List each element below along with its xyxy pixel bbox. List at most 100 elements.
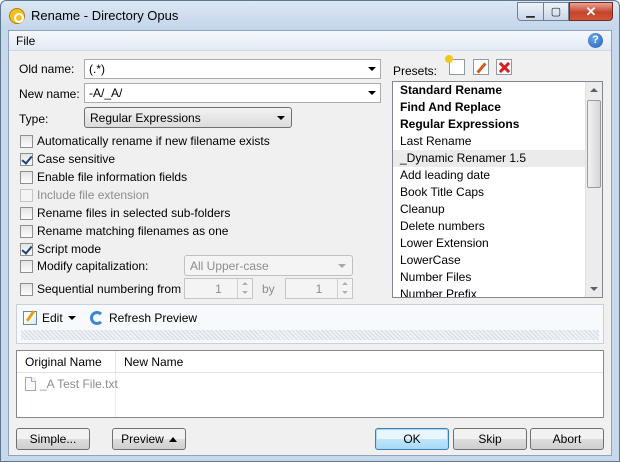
option-matching-as-one[interactable]: Rename matching filenames as one	[20, 223, 228, 239]
numbering-from-value: 1	[215, 282, 222, 296]
checkbox[interactable]	[20, 152, 33, 166]
skip-button[interactable]: Skip	[453, 428, 527, 450]
preset-item[interactable]: Last Rename	[393, 133, 602, 150]
edit-menu-button[interactable]: Edit	[23, 309, 76, 327]
checkbox[interactable]	[20, 206, 33, 220]
spinner-arrows-icon	[237, 279, 252, 298]
preset-item[interactable]: Book Title Caps	[393, 184, 602, 201]
new-preset-icon[interactable]	[445, 55, 465, 75]
rename-window: Rename - Directory Opus ▁ ▢ ✕ File ? Old…	[0, 0, 620, 462]
checkbox[interactable]	[20, 224, 33, 238]
table-row[interactable]: _A Test File.txt	[25, 377, 118, 391]
preset-item[interactable]: Regular Expressions	[393, 116, 602, 133]
checkbox[interactable]	[20, 242, 33, 256]
maximize-button[interactable]: ▢	[543, 2, 569, 21]
caption-buttons: ▁ ▢ ✕	[517, 2, 613, 21]
refresh-icon	[90, 311, 104, 325]
directory-opus-app-icon	[9, 8, 25, 24]
old-name-dropdown-arrow-icon[interactable]	[368, 67, 376, 71]
simple-button[interactable]: Simple...	[16, 428, 90, 450]
capitalization-select: All Upper-case	[184, 255, 353, 276]
presets-label: Presets:	[393, 64, 438, 78]
preset-item[interactable]: Standard Rename	[393, 82, 602, 99]
abort-label: Abort	[552, 432, 582, 446]
refresh-preview-label: Refresh Preview	[109, 311, 198, 325]
old-name-label: Old name:	[19, 62, 75, 76]
type-select[interactable]: Regular Expressions	[84, 107, 292, 128]
option-label: Case sensitive	[37, 152, 116, 166]
checkbox	[20, 188, 33, 202]
old-name-value: (.*)	[89, 62, 105, 76]
option-label: Rename matching filenames as one	[37, 224, 229, 238]
title-bar[interactable]: Rename - Directory Opus ▁ ▢ ✕	[1, 1, 619, 30]
option-label: Rename files in selected sub-folders	[37, 206, 231, 220]
scroll-down-arrow-icon[interactable]	[586, 281, 602, 297]
file-icon	[25, 377, 36, 391]
preview-list[interactable]: Original Name New Name _A Test File.txt	[16, 350, 604, 418]
preset-item[interactable]: Lower Extension	[393, 235, 602, 252]
original-name-cell: _A Test File.txt	[40, 377, 118, 391]
edit-icon	[23, 311, 37, 325]
preset-item[interactable]: LowerCase	[393, 252, 602, 269]
new-name-value: -A/_A/	[89, 86, 123, 100]
delete-preset-icon[interactable]	[496, 59, 512, 75]
edit-preset-icon[interactable]	[473, 59, 489, 75]
close-button[interactable]: ✕	[569, 2, 613, 21]
preview-toolbar: Edit Refresh Preview	[16, 304, 604, 344]
checkbox[interactable]	[20, 134, 33, 148]
scroll-thumb[interactable]	[587, 100, 601, 188]
option-auto-rename[interactable]: Automatically rename if new filename exi…	[20, 133, 270, 149]
checkbox[interactable]	[20, 170, 33, 184]
menu-bar: File ?	[9, 31, 611, 51]
new-name-dropdown-arrow-icon[interactable]	[368, 91, 376, 95]
numbering-by-value: 1	[315, 282, 323, 296]
numbering-by-label: by	[262, 282, 275, 296]
preset-item[interactable]: Cleanup	[393, 201, 602, 218]
option-label: Automatically rename if new filename exi…	[37, 134, 270, 148]
abort-button[interactable]: Abort	[530, 428, 604, 450]
help-icon[interactable]: ?	[588, 33, 603, 48]
option-modify-capitalization[interactable]: Modify capitalization:	[20, 258, 148, 274]
preset-item[interactable]: Number Files	[393, 269, 602, 286]
type-label: Type:	[19, 112, 49, 126]
type-dropdown-arrow-icon	[277, 116, 285, 120]
column-header-new-name[interactable]: New Name	[116, 351, 603, 373]
column-header-original-name[interactable]: Original Name	[17, 351, 116, 373]
skip-label: Skip	[478, 432, 502, 446]
option-script-mode[interactable]: Script mode	[20, 241, 101, 257]
presets-list[interactable]: Standard Rename Find And Replace Regular…	[392, 81, 603, 298]
window-title: Rename - Directory Opus	[31, 8, 179, 23]
numbering-from-spinner: 1	[184, 278, 253, 299]
preset-item[interactable]: Number Prefix	[393, 286, 602, 297]
chevron-down-icon	[67, 316, 76, 320]
new-name-label: New name:	[19, 87, 80, 101]
checkbox[interactable]	[20, 259, 33, 273]
minimize-button[interactable]: ▁	[517, 2, 543, 21]
preset-item[interactable]: Add leading date	[393, 167, 602, 184]
option-sequential-numbering[interactable]: Sequential numbering from	[20, 281, 181, 297]
old-name-field[interactable]: (.*)	[84, 59, 381, 79]
option-include-extension: Include file extension	[20, 187, 149, 203]
preview-button[interactable]: Preview	[112, 428, 186, 450]
scroll-up-arrow-icon[interactable]	[586, 82, 602, 98]
option-label: Modify capitalization:	[37, 259, 149, 273]
menu-file[interactable]: File	[16, 34, 35, 48]
toolbar-hatch-bar	[21, 330, 599, 340]
dialog-client-area: File ? Old name: (.*) New name: -A/_A/ T…	[8, 30, 612, 456]
option-label: Include file extension	[37, 188, 150, 202]
preset-item[interactable]: _Dynamic Renamer 1.5	[393, 150, 602, 167]
preset-item[interactable]: Delete numbers	[393, 218, 602, 235]
checkbox[interactable]	[20, 282, 33, 296]
option-label: Sequential numbering from	[37, 282, 182, 296]
preset-item[interactable]: Find And Replace	[393, 99, 602, 116]
capitalization-value: All Upper-case	[190, 259, 269, 273]
chevron-up-icon	[168, 437, 177, 443]
new-name-field[interactable]: -A/_A/	[84, 83, 381, 103]
option-file-info-fields[interactable]: Enable file information fields	[20, 169, 187, 185]
option-case-sensitive[interactable]: Case sensitive	[20, 151, 115, 167]
presets-scrollbar[interactable]	[585, 82, 602, 297]
ok-label: OK	[403, 432, 421, 446]
option-sub-folders[interactable]: Rename files in selected sub-folders	[20, 205, 230, 221]
refresh-preview-button[interactable]: Refresh Preview	[90, 309, 197, 327]
ok-button[interactable]: OK	[375, 428, 449, 450]
